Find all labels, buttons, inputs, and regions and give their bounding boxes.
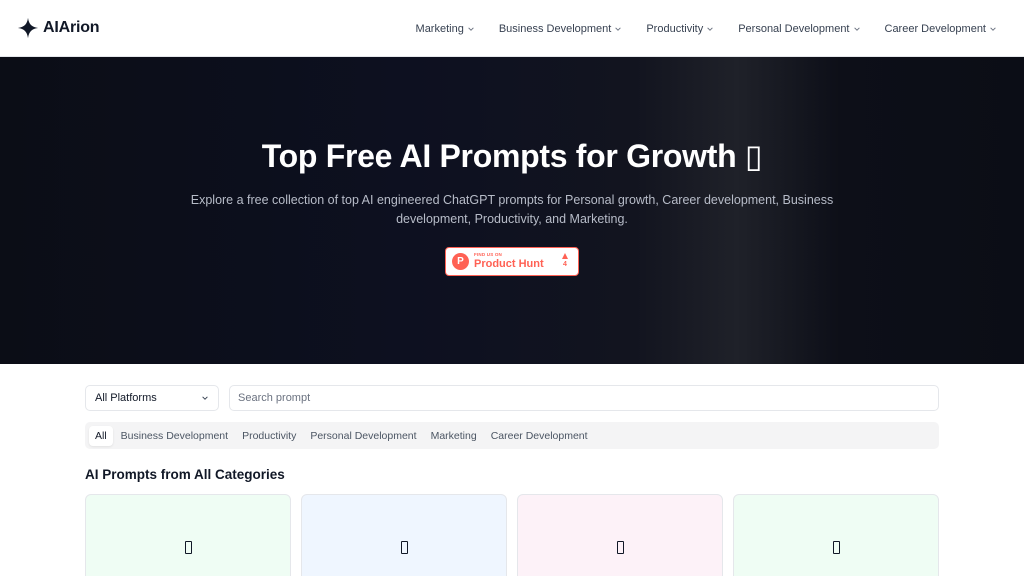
upvote-count: 4	[562, 253, 568, 268]
nav-item-marketing[interactable]: Marketing	[416, 23, 475, 35]
tab-all[interactable]: All	[89, 425, 113, 446]
prompt-card[interactable]	[301, 494, 507, 576]
prompt-card-grid	[85, 494, 939, 576]
chevron-down-icon	[706, 25, 714, 33]
nav-label: Career Development	[884, 22, 987, 35]
nav-item-personal-development[interactable]: Personal Development	[738, 23, 860, 35]
nav-label: Marketing	[415, 22, 464, 35]
product-hunt-icon: P	[452, 253, 469, 270]
nav-item-business-development[interactable]: Business Development	[499, 23, 623, 35]
sparkle-icon	[17, 17, 39, 39]
emoji-placeholder-icon	[400, 541, 408, 554]
prompt-card[interactable]	[85, 494, 291, 576]
tab-personal-development[interactable]: Personal Development	[304, 426, 422, 446]
brand-logo[interactable]: AIArion	[17, 17, 100, 39]
hero-section: Top Free AI Prompts for Growth ▯ Explore…	[0, 57, 1024, 364]
category-tabs: All Business Development Productivity Pe…	[85, 422, 939, 449]
prompt-card[interactable]	[517, 494, 723, 576]
tab-productivity[interactable]: Productivity	[236, 426, 302, 446]
chevron-down-icon	[989, 25, 997, 33]
hero-title: Top Free AI Prompts for Growth ▯	[261, 138, 763, 174]
hero-description: Explore a free collection of top AI engi…	[190, 193, 834, 226]
upvote-count-value: 4	[563, 261, 567, 268]
tab-career-development[interactable]: Career Development	[485, 426, 594, 446]
emoji-placeholder-icon	[616, 541, 624, 554]
brand-name: AIArion	[43, 19, 100, 36]
badge-text: FIND US ON Product Hunt	[474, 253, 544, 270]
prompt-card[interactable]	[733, 494, 939, 576]
nav-label: Business Development	[498, 22, 612, 35]
tab-business-development[interactable]: Business Development	[115, 426, 234, 446]
emoji-placeholder-icon	[832, 541, 840, 554]
section-title: AI Prompts from All Categories	[85, 467, 285, 482]
nav-item-productivity[interactable]: Productivity	[646, 23, 714, 35]
badge-big-text: Product Hunt	[474, 257, 544, 270]
chevron-down-icon	[853, 25, 861, 33]
nav-item-career-development[interactable]: Career Development	[885, 23, 998, 35]
product-hunt-badge[interactable]: P FIND US ON Product Hunt 4	[445, 247, 579, 276]
emoji-placeholder-icon	[184, 541, 192, 554]
upvote-arrow-icon	[562, 253, 568, 259]
chevron-down-icon	[467, 25, 475, 33]
chevron-down-icon	[201, 394, 209, 402]
search-input[interactable]	[229, 385, 939, 411]
nav-label: Productivity	[646, 22, 704, 35]
nav-label: Personal Development	[738, 22, 850, 35]
platform-select-value: All Platforms	[95, 392, 157, 404]
chevron-down-icon	[614, 25, 622, 33]
tab-marketing[interactable]: Marketing	[425, 426, 483, 446]
main-nav: Marketing Business Development Productiv…	[416, 0, 997, 57]
platform-select[interactable]: All Platforms	[85, 385, 219, 411]
site-header: AIArion Marketing Business Development P…	[0, 0, 1024, 57]
